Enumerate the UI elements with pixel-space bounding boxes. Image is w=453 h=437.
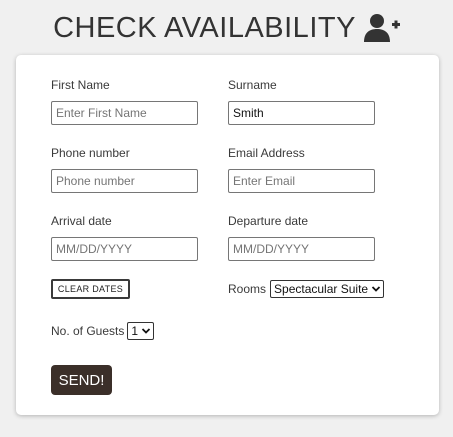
arrival-date-group: Arrival date [51, 214, 201, 261]
phone-label: Phone number [51, 146, 130, 160]
surname-label: Surname [228, 78, 277, 92]
user-plus-icon [363, 14, 400, 42]
chevron-down-icon [371, 286, 381, 292]
rooms-label: Rooms [228, 282, 267, 296]
guests-selected-value: 1 [131, 324, 139, 338]
rooms-select[interactable]: Spectacular Suite [270, 280, 385, 298]
email-input[interactable] [228, 169, 375, 193]
first-name-input[interactable] [51, 101, 198, 125]
departure-date-input[interactable] [228, 237, 375, 261]
surname-group: Surname [228, 78, 378, 125]
guests-label: No. of Guests [51, 324, 125, 338]
arrival-date-label: Arrival date [51, 214, 112, 228]
chevron-down-icon [141, 328, 151, 334]
email-label: Email Address [228, 146, 305, 160]
surname-input[interactable] [228, 101, 375, 125]
departure-date-group: Departure date [228, 214, 378, 261]
first-name-group: First Name [51, 78, 201, 125]
page-title: CHECK AVAILABILITY [53, 12, 356, 44]
guests-select[interactable]: 1 [127, 322, 155, 340]
page-header: CHECK AVAILABILITY [0, 10, 453, 46]
guests-group: No. of Guests 1 [51, 321, 155, 341]
first-name-label: First Name [51, 78, 110, 92]
send-button[interactable]: SEND! [51, 365, 112, 395]
clear-dates-button[interactable]: CLEAR DATES [51, 279, 130, 299]
rooms-group: Rooms Spectacular Suite [228, 279, 385, 299]
phone-input[interactable] [51, 169, 198, 193]
availability-form-card: First Name Surname Phone number Email Ad… [16, 55, 439, 415]
email-group: Email Address [228, 146, 378, 193]
phone-group: Phone number [51, 146, 201, 193]
departure-date-label: Departure date [228, 214, 309, 228]
rooms-selected-value: Spectacular Suite [274, 282, 369, 296]
arrival-date-input[interactable] [51, 237, 198, 261]
